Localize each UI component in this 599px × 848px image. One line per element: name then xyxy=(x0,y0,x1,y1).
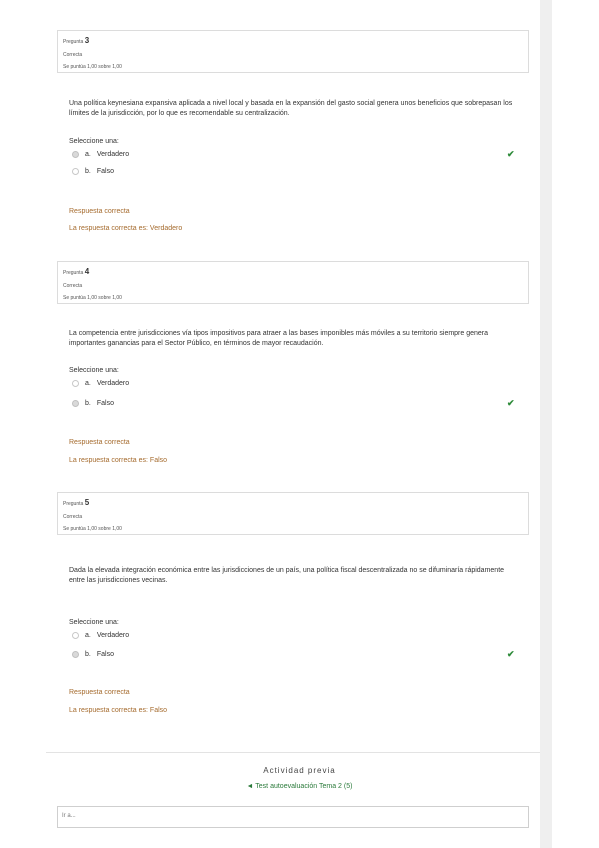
answer-prompt: Seleccione una: xyxy=(69,367,119,374)
question-state: Correcta xyxy=(63,514,83,520)
feedback-status: Respuesta correcta xyxy=(69,208,130,215)
option-a[interactable]: a. Verdadero xyxy=(72,151,129,158)
option-b[interactable]: b. Falso xyxy=(72,168,114,175)
radio-button[interactable] xyxy=(72,151,79,158)
question-text: Una política keynesiana expansiva aplica… xyxy=(69,100,513,117)
option-a[interactable]: a. Verdadero xyxy=(72,380,129,387)
radio-button[interactable] xyxy=(72,400,79,407)
question-info-5: Pregunta 5 Correcta Se puntúa 1,00 sobre… xyxy=(57,492,529,535)
feedback-status: Respuesta correcta xyxy=(69,689,130,696)
scrollbar-track[interactable] xyxy=(540,0,552,848)
question-info-3: Pregunta 3 Correcta Se puntúa 1,00 sobre… xyxy=(57,30,529,73)
question-number: Pregunta 3 xyxy=(63,36,90,45)
question-text: La competencia entre jurisdicciones vía … xyxy=(69,330,489,347)
answer-prompt: Seleccione una: xyxy=(69,138,119,145)
check-icon: ✔ xyxy=(507,149,515,159)
question-info-4: Pregunta 4 Correcta Se puntúa 1,00 sobre… xyxy=(57,261,529,304)
check-icon: ✔ xyxy=(507,398,515,408)
feedback-answer: La respuesta correcta es: Verdadero xyxy=(69,225,183,232)
radio-button[interactable] xyxy=(72,168,79,175)
previous-activity-heading: Actividad previa xyxy=(263,766,336,775)
feedback-status: Respuesta correcta xyxy=(69,439,130,446)
main-content xyxy=(46,0,530,848)
jump-to-placeholder: Ir a... xyxy=(62,813,76,819)
check-icon: ✔ xyxy=(507,649,515,659)
question-number: Pregunta 5 xyxy=(63,498,90,507)
question-grade: Se puntúa 1,00 sobre 1,00 xyxy=(63,526,122,532)
question-state: Correcta xyxy=(63,52,83,58)
question-text: Dada la elevada integración económica en… xyxy=(69,567,505,584)
question-grade: Se puntúa 1,00 sobre 1,00 xyxy=(63,295,122,301)
answer-prompt: Seleccione una: xyxy=(69,619,119,626)
option-b[interactable]: b. Falso xyxy=(72,651,114,658)
jump-to-select[interactable]: Ir a... xyxy=(57,806,529,828)
feedback-answer: La respuesta correcta es: Falso xyxy=(69,707,168,714)
feedback-answer: La respuesta correcta es: Falso xyxy=(69,457,168,464)
radio-button[interactable] xyxy=(72,632,79,639)
question-grade: Se puntúa 1,00 sobre 1,00 xyxy=(63,64,122,70)
radio-button[interactable] xyxy=(72,380,79,387)
option-b[interactable]: b. Falso xyxy=(72,400,114,407)
question-number: Pregunta 4 xyxy=(63,267,90,276)
radio-button[interactable] xyxy=(72,651,79,658)
previous-activity-link[interactable]: ◄ Test autoevaluación Tema 2 (5) xyxy=(0,783,599,790)
option-a[interactable]: a. Verdadero xyxy=(72,632,129,639)
divider xyxy=(46,752,540,753)
question-state: Correcta xyxy=(63,283,83,289)
